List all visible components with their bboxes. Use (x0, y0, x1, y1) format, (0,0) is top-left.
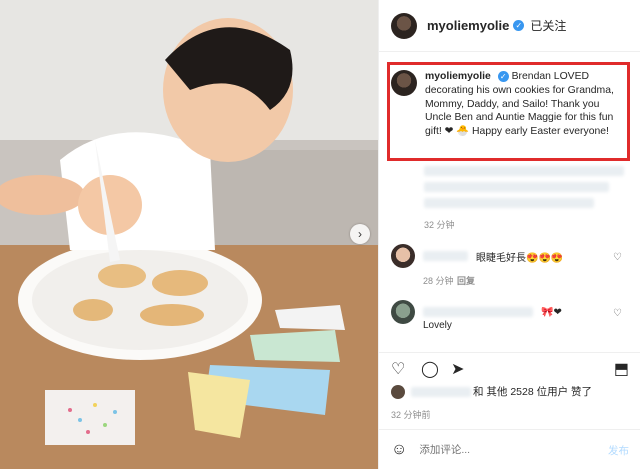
likes-summary: 和 其他 2528 位用户 赞了 (391, 384, 592, 399)
blurred-username (423, 307, 533, 317)
post-button[interactable]: 发布 (608, 443, 629, 458)
post-header: myoliemyolie ✓ 已关注 (379, 0, 640, 52)
blurred-text (424, 182, 609, 192)
likes-text[interactable]: 和 其他 2528 位用户 赞了 (473, 384, 592, 399)
verified-icon: ✓ (497, 71, 509, 83)
heart-icon[interactable]: ♡ (613, 252, 622, 263)
post-sidebar: myoliemyolie ✓ 已关注 myoliemyolie ✓ Brenda… (378, 0, 640, 469)
post-photo[interactable]: › (0, 0, 378, 469)
caption-body: myoliemyolie ✓ Brendan LOVED decorating … (425, 70, 623, 139)
verified-icon: ✓ (513, 20, 525, 31)
username[interactable]: myoliemyolie (427, 18, 509, 33)
add-comment-bar: ☺ 发布 (379, 429, 640, 470)
heart-icon[interactable]: ♡ (391, 359, 405, 379)
action-bar: ♡ ◯ ➤ ⬒ (379, 352, 640, 383)
avatar[interactable] (391, 12, 417, 39)
avatar[interactable] (391, 244, 415, 268)
follow-status[interactable]: 已关注 (530, 17, 566, 34)
emoji-icon[interactable]: ☺ (391, 441, 407, 459)
bookmark-icon[interactable]: ⬒ (614, 359, 629, 379)
caption-username[interactable]: myoliemyolie (425, 71, 491, 82)
comment-icon[interactable]: ◯ (421, 359, 439, 379)
reply-link[interactable]: 回复 (457, 274, 475, 287)
avatar[interactable] (391, 300, 415, 324)
post-time: 32 分钟前 (391, 410, 431, 420)
comment-text: 眼睫毛好長😍😍😍 (476, 252, 564, 264)
comment-item: 眼睫毛好長😍😍😍 (391, 244, 563, 268)
caption: myoliemyolie ✓ Brendan LOVED decorating … (391, 70, 623, 139)
blurred-text (424, 198, 594, 208)
comment-input[interactable] (417, 443, 582, 457)
blurred-username (411, 386, 471, 397)
blurred-username (423, 251, 468, 261)
comment-item: 🎀❤ (391, 300, 562, 324)
share-icon[interactable]: ➤ (451, 359, 464, 379)
caption-time: 32 分钟 (424, 220, 455, 230)
photo-illustration (0, 0, 378, 469)
blurred-text (424, 166, 624, 176)
heart-icon[interactable]: ♡ (613, 308, 622, 319)
instagram-post: › myoliemyolie ✓ 已关注 myoliemyolie ✓ Bren… (0, 0, 640, 469)
avatar[interactable] (391, 384, 405, 399)
comment-emoji: 🎀❤ (541, 306, 562, 318)
comment-time: 28 分钟 (423, 276, 454, 286)
chevron-right-icon[interactable]: › (350, 224, 370, 244)
caption-avatar[interactable] (391, 70, 417, 96)
comment-text: Lovely (423, 320, 452, 331)
